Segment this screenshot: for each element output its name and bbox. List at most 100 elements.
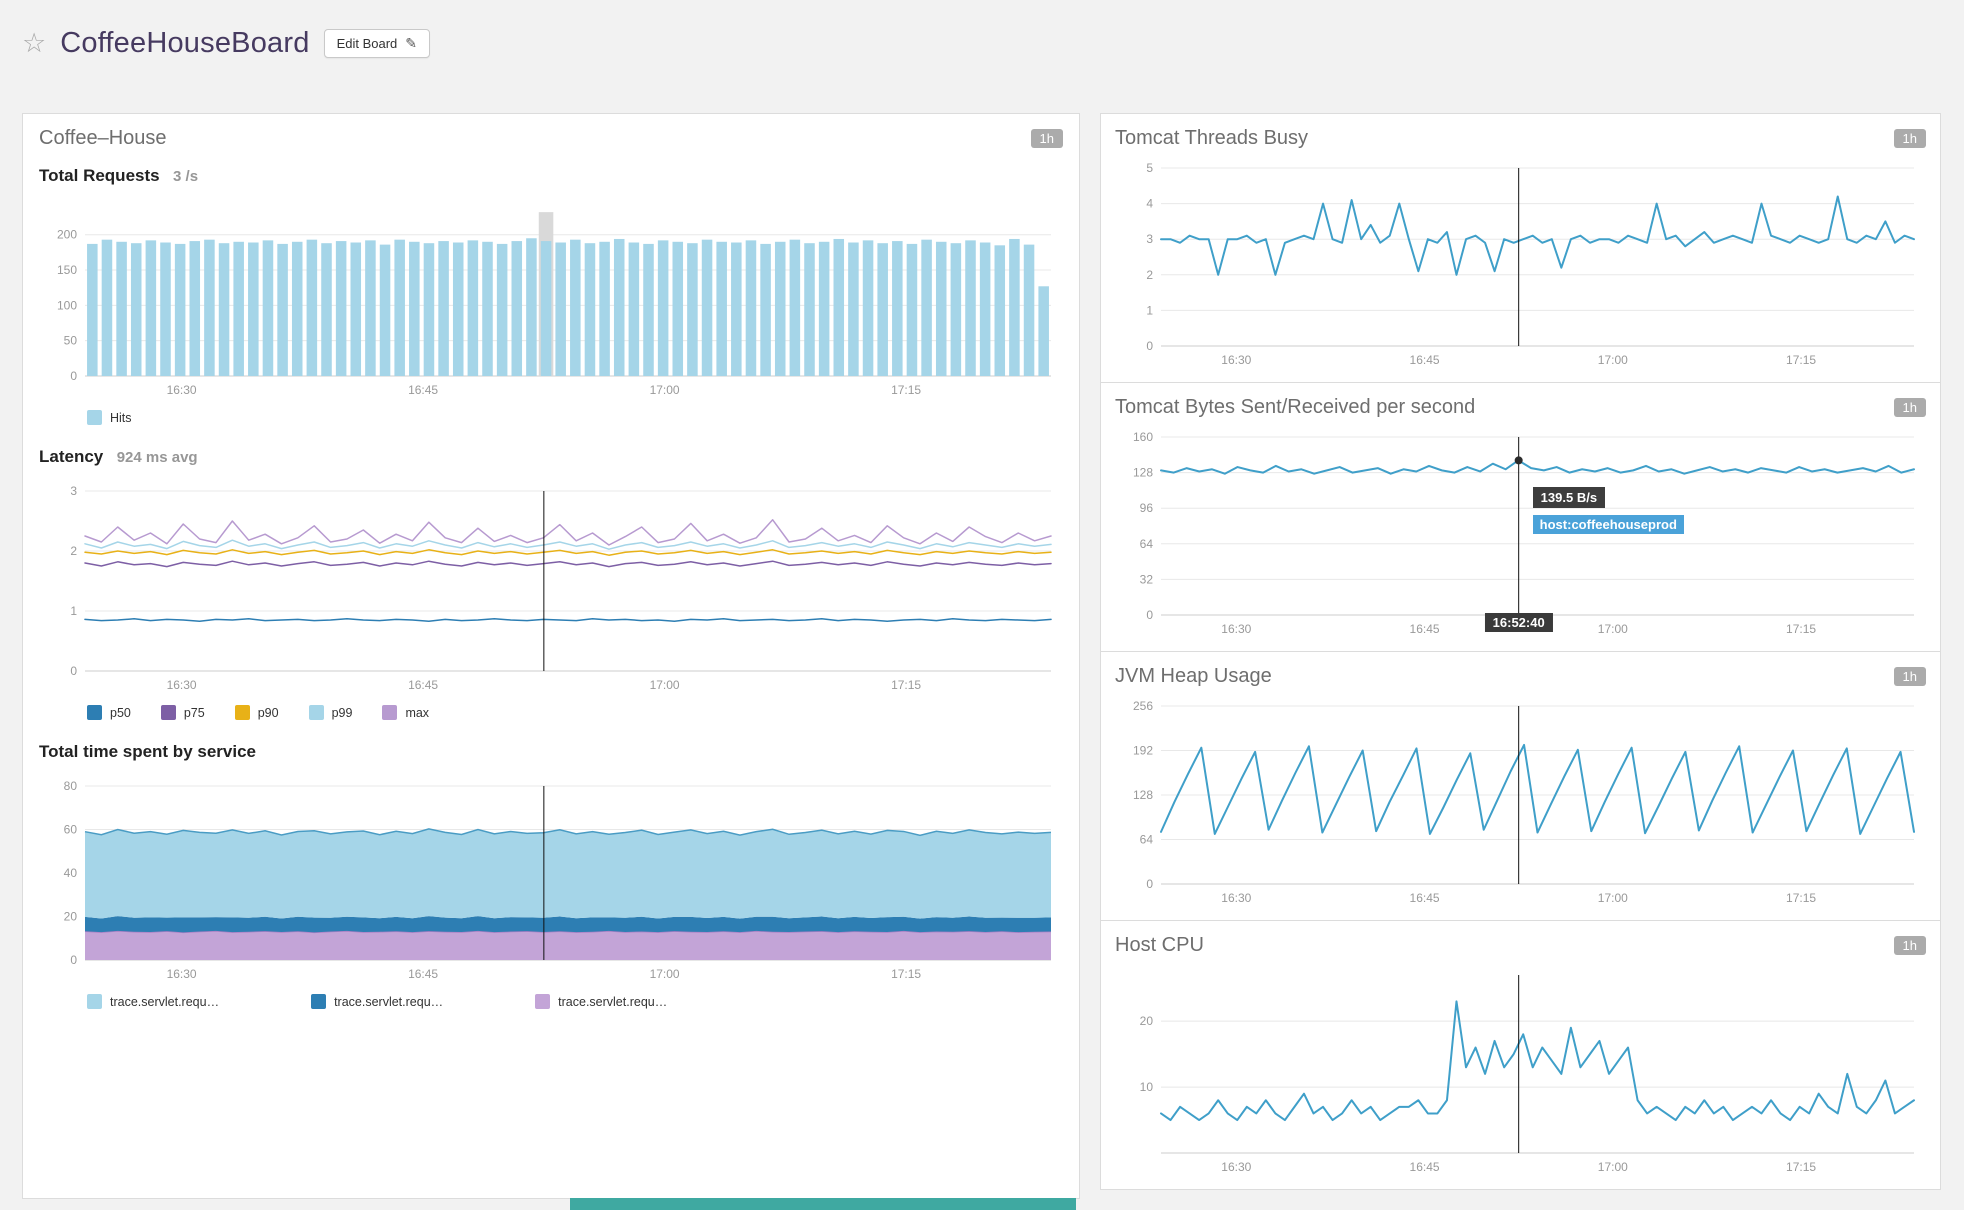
svg-text:20: 20 [64,910,78,924]
right-column: Tomcat Threads Busy 1h 01234516:3016:451… [1100,113,1941,1190]
legend-item[interactable]: p90 [235,705,279,720]
svg-text:16:30: 16:30 [1221,891,1251,905]
legend-swatch [382,705,397,720]
total-requests-chart[interactable]: 05010015020016:3016:4517:0017:15 [39,200,1063,400]
coffee-house-title: Coffee–House [39,127,167,150]
svg-text:128: 128 [1133,788,1153,802]
board-header: ☆ CoffeeHouseBoard Edit Board ✎ [0,0,1964,70]
legend-swatch [309,705,324,720]
latency-title-row: Latency 924 ms avg [39,447,1063,467]
svg-text:0: 0 [1146,877,1153,891]
latency-chart[interactable]: 012316:3016:4517:0017:15 [39,481,1063,695]
svg-text:17:00: 17:00 [650,678,680,692]
total-requests-title-row: Total Requests 3 /s [39,166,1063,186]
total-time-title-row: Total time spent by service [39,742,1063,762]
svg-text:160: 160 [1133,430,1153,444]
legend-item[interactable]: p99 [309,705,353,720]
jvm-heap-header: JVM Heap Usage 1h [1115,652,1926,694]
svg-text:17:15: 17:15 [891,967,921,981]
star-icon[interactable]: ☆ [22,30,46,57]
svg-text:60: 60 [64,823,78,837]
svg-text:17:15: 17:15 [1786,622,1816,636]
legend-item[interactable]: trace.servlet.requ… [311,994,443,1009]
host-cpu-header: Host CPU 1h [1115,921,1926,963]
tomcat-bytes-chart[interactable]: 139.5 B/s host:coffeehouseprod 16:52:40 … [1115,427,1926,639]
svg-text:192: 192 [1133,744,1153,758]
svg-text:17:15: 17:15 [1786,891,1816,905]
legend-swatch [161,705,176,720]
legend-label: p90 [258,706,279,720]
timeframe-badge[interactable]: 1h [1031,129,1063,148]
jvm-heap-chart[interactable]: 06412819225616:3016:4517:0017:15 [1115,696,1926,908]
svg-text:17:00: 17:00 [1598,1160,1628,1174]
svg-text:16:30: 16:30 [167,383,197,397]
svg-text:0: 0 [70,664,77,678]
svg-text:16:45: 16:45 [1410,353,1440,367]
svg-text:128: 128 [1133,466,1153,480]
svg-text:10: 10 [1140,1080,1154,1094]
board-title: CoffeeHouseBoard [60,27,309,60]
tomcat-threads-chart[interactable]: 01234516:3016:4517:0017:15 [1115,158,1926,370]
tooltip-value: 139.5 B/s [1533,487,1605,508]
legend-item[interactable]: Hits [87,410,132,425]
timeframe-badge[interactable]: 1h [1894,129,1926,148]
svg-text:17:00: 17:00 [650,383,680,397]
svg-text:256: 256 [1133,699,1153,713]
widget-coffee-house: Coffee–House 1h Total Requests 3 /s 0 50 1… [22,113,1080,1199]
timeframe-badge[interactable]: 1h [1894,667,1926,686]
legend-swatch [235,705,250,720]
edit-board-button[interactable]: Edit Board ✎ [324,29,430,58]
svg-text:64: 64 [1140,833,1154,847]
total-time-title: Total time spent by service [39,742,256,761]
total-requests-value: 3 /s [173,168,198,185]
svg-text:32: 32 [1140,572,1154,586]
svg-text:17:15: 17:15 [891,383,921,397]
latency-legend: p50 p75 p90 p99 max [87,705,1063,720]
svg-text:0: 0 [70,953,77,967]
svg-text:100: 100 [57,298,77,312]
svg-text:80: 80 [64,779,78,793]
legend-swatch [87,994,102,1009]
section-total-requests: Total Requests 3 /s 05010015020016:3016:… [39,166,1063,425]
svg-text:200: 200 [57,228,77,242]
widget-tomcat-threads: Tomcat Threads Busy 1h 01234516:3016:451… [1100,113,1941,383]
host-cpu-chart[interactable]: 102016:3016:4517:0017:15 [1115,965,1926,1177]
svg-text:40: 40 [64,866,78,880]
svg-text:16:30: 16:30 [1221,622,1251,636]
svg-text:0: 0 [1146,339,1153,353]
legend-label: trace.servlet.requ… [334,995,443,1009]
legend-item[interactable]: trace.servlet.requ… [535,994,667,1009]
total-time-chart[interactable]: 02040608016:3016:4517:0017:15 [39,776,1063,984]
svg-text:50: 50 [64,334,78,348]
svg-text:17:15: 17:15 [891,678,921,692]
jvm-heap-title: JVM Heap Usage [1115,665,1272,688]
svg-text:3: 3 [1146,232,1153,246]
svg-text:16:30: 16:30 [167,967,197,981]
svg-text:0: 0 [70,369,77,383]
svg-text:16:45: 16:45 [1410,622,1440,636]
timeframe-badge[interactable]: 1h [1894,398,1926,417]
legend-item[interactable]: max [382,705,429,720]
legend-item[interactable]: p50 [87,705,131,720]
timeframe-badge[interactable]: 1h [1894,936,1926,955]
section-total-time: Total time spent by service 0 20 40 60 80 16:… [39,742,1063,1009]
total-time-legend: trace.servlet.requ… trace.servlet.requ… tr… [87,994,1063,1009]
legend-item[interactable]: trace.servlet.requ… [87,994,219,1009]
svg-text:4: 4 [1146,197,1153,211]
section-latency: Latency 924 ms avg 012316:3016:4517:0017… [39,447,1063,720]
total-requests-title: Total Requests [39,166,160,185]
svg-text:17:00: 17:00 [1598,353,1628,367]
legend-swatch [87,410,102,425]
legend-swatch [311,994,326,1009]
svg-text:20: 20 [1140,1014,1154,1028]
svg-text:17:00: 17:00 [1598,622,1628,636]
svg-text:17:15: 17:15 [1786,1160,1816,1174]
svg-text:1: 1 [1146,303,1153,317]
svg-text:1: 1 [70,604,77,618]
legend-item[interactable]: p75 [161,705,205,720]
svg-text:0: 0 [1146,608,1153,622]
tomcat-bytes-header: Tomcat Bytes Sent/Received per second 1h [1115,383,1926,425]
legend-swatch [87,705,102,720]
partial-widget-peek [570,1198,1076,1210]
svg-text:2: 2 [70,544,77,558]
